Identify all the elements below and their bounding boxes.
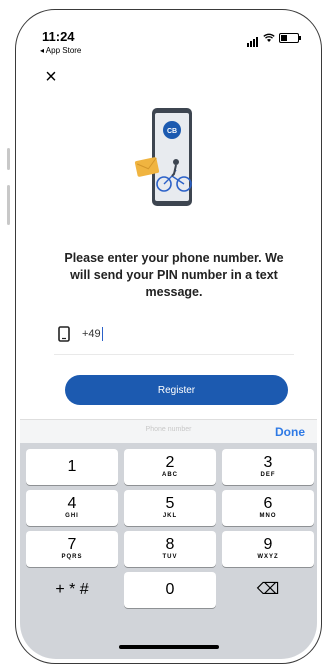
key-number: 4 (67, 495, 77, 512)
key-8[interactable]: 8 TUV (124, 531, 216, 567)
key-2[interactable]: 2 ABC (124, 449, 216, 485)
phone-number-value: +49 (82, 328, 101, 340)
phone-frame: 11:24 ◂ App Store × CB Please enter your… (15, 9, 322, 664)
status-icons (247, 29, 301, 47)
keyboard-toolbar-title: Phone number (145, 426, 192, 433)
key-6[interactable]: 6 MNO (222, 490, 314, 526)
key-0[interactable]: 0 (124, 572, 216, 608)
key-5[interactable]: 5 JKL (124, 490, 216, 526)
key-number: ⌫ (256, 581, 280, 598)
keypad: 1 2 ABC 3 DEF 4 GHI 5 JKL 6 MNO 7 PQRS 8 TUV 9 WXYZ + * #… (26, 449, 314, 608)
key-number: 7 (67, 536, 77, 553)
key-7[interactable]: 7 PQRS (26, 531, 118, 567)
key-letters: DEF (260, 472, 276, 478)
wifi-icon (263, 33, 275, 42)
key-letters: WXYZ (257, 554, 279, 560)
side-button (7, 185, 10, 225)
key-number: 9 (263, 536, 273, 553)
screen: 11:24 ◂ App Store × CB Please enter your… (20, 14, 317, 659)
signal-icon (247, 29, 259, 47)
symbols-key[interactable]: + * # (26, 572, 118, 608)
numeric-keyboard: 1 2 ABC 3 DEF 4 GHI 5 JKL 6 MNO 7 PQRS 8 TUV 9 WXYZ + * #… (20, 443, 317, 659)
key-letters: GHI (65, 513, 79, 519)
text-caret (101, 327, 103, 341)
keyboard-toolbar: Phone number Done (20, 419, 317, 444)
home-indicator (118, 645, 219, 649)
back-to-app-store-link[interactable]: ◂ App Store (40, 46, 81, 55)
delete-key[interactable]: ⌫ (222, 572, 314, 608)
side-button (7, 148, 10, 170)
key-letters: MNO (259, 513, 277, 519)
key-4[interactable]: 4 GHI (26, 490, 118, 526)
phone-number-field[interactable]: +49 (54, 314, 294, 355)
key-letters: PQRS (61, 554, 83, 560)
illustration-avatar-text: CB (167, 128, 177, 135)
key-3[interactable]: 3 DEF (222, 449, 314, 485)
battery-icon (279, 33, 301, 43)
key-number: 2 (165, 454, 175, 471)
key-number: 5 (165, 495, 175, 512)
status-bar: 11:24 ◂ App Store (20, 14, 317, 55)
phone-with-bike-illustration: CB (134, 108, 192, 206)
key-letters: TUV (162, 554, 178, 560)
instruction-text: Please enter your phone number. We will … (64, 251, 284, 299)
key-number: 0 (165, 581, 175, 598)
key-number: + * # (55, 581, 89, 598)
key-1[interactable]: 1 (26, 449, 118, 485)
status-time: 11:24 (42, 29, 75, 44)
key-number: 6 (263, 495, 273, 512)
close-icon[interactable]: × (42, 67, 60, 87)
phone-icon (58, 326, 70, 342)
key-letters: JKL (162, 513, 178, 519)
key-number: 8 (165, 536, 175, 553)
done-button[interactable]: Done (275, 425, 305, 439)
key-number: 3 (263, 454, 273, 471)
key-letters: ABC (162, 472, 178, 478)
key-number: 1 (67, 458, 77, 475)
key-9[interactable]: 9 WXYZ (222, 531, 314, 567)
register-button[interactable]: Register (65, 375, 288, 405)
